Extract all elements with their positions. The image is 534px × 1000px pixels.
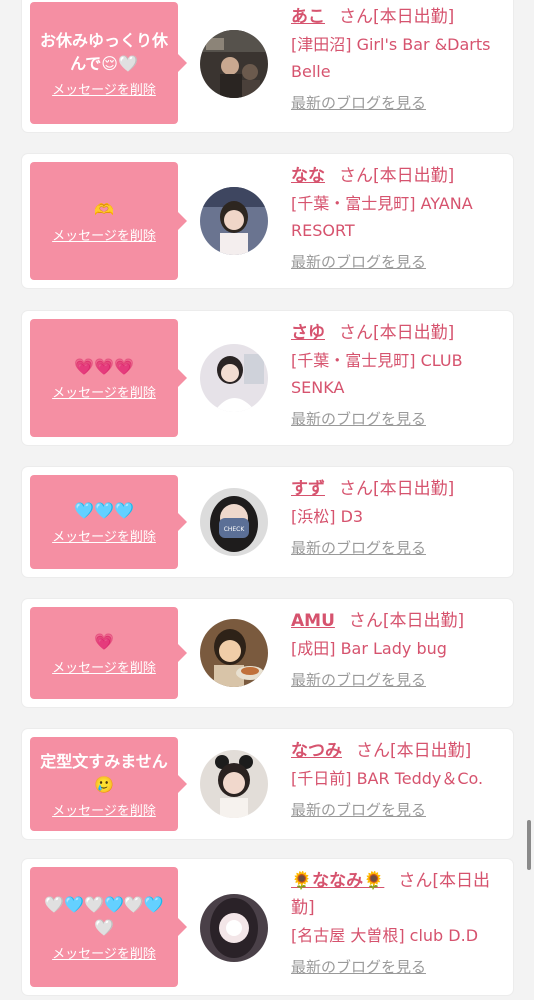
message-text: 定型文すみません🥲 [40,751,168,794]
delete-message-link[interactable]: メッセージを削除 [52,943,156,962]
delete-message-link[interactable]: メッセージを削除 [52,225,156,244]
svg-text:CHECK: CHECK [224,526,246,533]
latest-blog-link[interactable]: 最新のブログを見る [291,536,426,560]
avatar[interactable] [200,750,268,818]
message-text: 🤍🩵🤍🩵🤍🩵🤍 [44,894,164,937]
cast-name-link[interactable]: なな [291,166,325,186]
status-badge: [本日出勤] [373,479,455,499]
honorific: さん [348,611,383,631]
status-badge: [本日出勤] [373,166,455,186]
cast-name-link[interactable]: すず [291,479,325,499]
status-badge: [本日出勤] [382,611,465,631]
list-item: 定型文すみません🥲 メッセージを削除 なつみ さん[本日出勤] [千日前] BAR… [22,729,513,839]
latest-blog-link[interactable]: 最新のブログを見る [291,250,426,274]
list-item: 🩵🩵🩵 メッセージを削除 CHECK すず さん[本日出勤] [浜松] D3 最新… [22,467,513,577]
message-bubble: お休みゆっくり休んで😌🤍 メッセージを削除 [30,2,187,124]
scrollbar[interactable] [527,820,531,870]
cast-info: あこ さん[本日出勤] [津田沼] Girl's Bar &Darts Belle… [291,4,503,115]
cast-info: なつみ さん[本日出勤] [千日前] BAR Teddy＆Co. 最新のブログを見… [291,738,503,822]
shop-name: [名古屋 大曽根] club D.D [291,926,479,945]
latest-blog-link[interactable]: 最新のブログを見る [291,91,426,115]
list-item: お休みゆっくり休んで😌🤍 メッセージを削除 あこ さん[本日出勤] [津田沼] G… [22,0,513,132]
shop-name: [浜松] D3 [291,507,364,526]
avatar[interactable] [200,30,268,98]
cast-info: すず さん[本日出勤] [浜松] D3 最新のブログを見る [291,476,503,560]
cast-name-link[interactable]: あこ [291,7,325,27]
honorific: さん [398,871,433,891]
latest-blog-link[interactable]: 最新のブログを見る [291,798,426,822]
status-badge: [本日出勤] [373,7,455,27]
status-badge: [本日出勤] [373,323,455,343]
message-text: 💗💗💗 [74,357,134,376]
avatar[interactable] [200,619,268,687]
delete-message-link[interactable]: メッセージを削除 [52,79,156,98]
message-text: お休みゆっくり休んで😌🤍 [39,30,168,73]
cast-name-link[interactable]: さゆ [291,323,325,343]
latest-blog-link[interactable]: 最新のブログを見る [291,407,426,431]
honorific: さん [356,741,390,761]
message-bubble: 💗💗💗 メッセージを削除 [30,319,187,437]
latest-blog-link[interactable]: 最新のブログを見る [291,668,426,692]
shop-name: [成田] Bar Lady bug [291,639,447,658]
message-bubble: 💗 メッセージを削除 [30,607,187,699]
honorific: さん [339,479,373,499]
delete-message-link[interactable]: メッセージを削除 [52,382,156,401]
shop-name: [津田沼] Girl's Bar &Darts Belle [291,35,491,81]
cast-info: AMU さん[本日出勤] [成田] Bar Lady bug 最新のブログを見る [291,608,503,692]
list-item: 💗💗💗 メッセージを削除 さゆ さん[本日出勤] [千葉・富士見町] CLUB S… [22,311,513,445]
message-bubble: 🤍🩵🤍🩵🤍🩵🤍 メッセージを削除 [30,867,187,987]
cast-info: さゆ さん[本日出勤] [千葉・富士見町] CLUB SENKA 最新のブログを見… [291,320,503,431]
avatar[interactable]: CHECK [200,488,268,556]
shop-name: [千葉・富士見町] CLUB SENKA [291,351,463,397]
list-item: 🫶 メッセージを削除 なな さん[本日出勤] [千葉・富士見町] AYANA RE… [22,154,513,288]
message-bubble: 定型文すみません🥲 メッセージを削除 [30,737,187,831]
delete-message-link[interactable]: メッセージを削除 [52,526,156,545]
list-item: 💗 メッセージを削除 AMU さん[本日出勤] [成田] Bar Lady bug… [22,599,513,707]
list-item: 🤍🩵🤍🩵🤍🩵🤍 メッセージを削除 🌻ななみ🌻 さん[本日出勤] [名古屋 大曽根]… [22,859,513,995]
cast-name-link[interactable]: AMU [291,611,335,631]
delete-message-link[interactable]: メッセージを削除 [52,800,156,819]
honorific: さん [339,166,373,186]
latest-blog-link[interactable]: 最新のブログを見る [291,955,426,979]
honorific: さん [339,323,373,343]
message-text: 🩵🩵🩵 [74,501,134,520]
cast-name-link[interactable]: 🌻ななみ🌻 [291,871,384,891]
message-bubble: 🩵🩵🩵 メッセージを削除 [30,475,187,569]
avatar[interactable] [200,894,268,962]
shop-name: [千日前] BAR Teddy＆Co. [291,769,484,788]
message-text: 🫶 [94,200,114,219]
message-text: 💗 [94,632,114,651]
status-badge: [本日出勤] [390,741,472,761]
shop-name: [千葉・富士見町] AYANA RESORT [291,194,473,240]
cast-info: 🌻ななみ🌻 さん[本日出勤] [名古屋 大曽根] club D.D 最新のブログを… [291,868,503,979]
delete-message-link[interactable]: メッセージを削除 [52,657,156,676]
avatar[interactable] [200,187,268,255]
message-bubble: 🫶 メッセージを削除 [30,162,187,280]
cast-name-link[interactable]: なつみ [291,741,342,761]
honorific: さん [339,7,373,27]
avatar[interactable] [200,344,268,412]
cast-info: なな さん[本日出勤] [千葉・富士見町] AYANA RESORT 最新のブログ… [291,163,503,274]
